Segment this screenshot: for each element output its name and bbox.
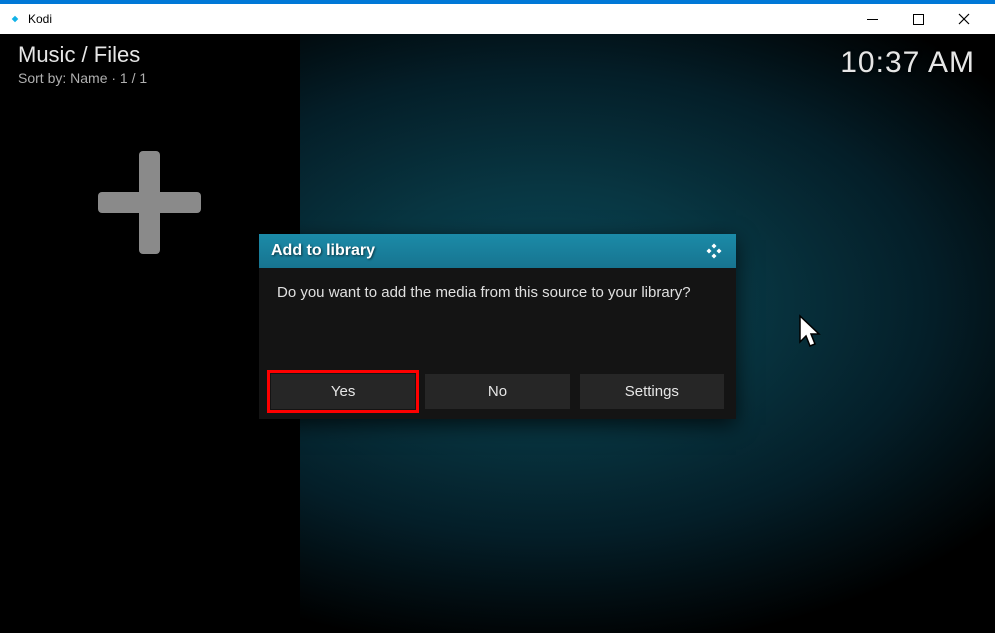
close-button[interactable] [941,4,987,34]
yes-button[interactable]: Yes [271,374,415,409]
titlebar-left: Kodi [8,12,52,26]
dialog-buttons: Yes No Settings [259,368,736,419]
settings-button[interactable]: Settings [580,374,724,409]
breadcrumb: Music / Files [18,42,147,68]
content-header: Music / Files Sort by: Name · 1 / 1 [18,42,147,86]
window-titlebar: Kodi [0,4,995,34]
add-source-tile[interactable] [98,151,201,254]
left-panel [0,34,300,633]
clock: 10:37 AM [840,46,975,80]
sort-info: Sort by: Name · 1 / 1 [18,70,147,86]
dialog-header: Add to library [259,234,736,268]
kodi-logo-icon [704,241,724,261]
kodi-main-content: Music / Files Sort by: Name · 1 / 1 10:3… [0,34,995,633]
kodi-app-icon [8,12,22,26]
window-controls [849,4,987,34]
minimize-button[interactable] [849,4,895,34]
app-title: Kodi [28,12,52,26]
maximize-button[interactable] [895,4,941,34]
dialog-message: Do you want to add the media from this s… [277,282,718,303]
cursor-icon [797,314,825,352]
dialog-title: Add to library [271,242,375,260]
add-to-library-dialog: Add to library Do you want to add the me… [259,234,736,419]
no-button[interactable]: No [425,374,569,409]
dialog-body: Do you want to add the media from this s… [259,268,736,368]
